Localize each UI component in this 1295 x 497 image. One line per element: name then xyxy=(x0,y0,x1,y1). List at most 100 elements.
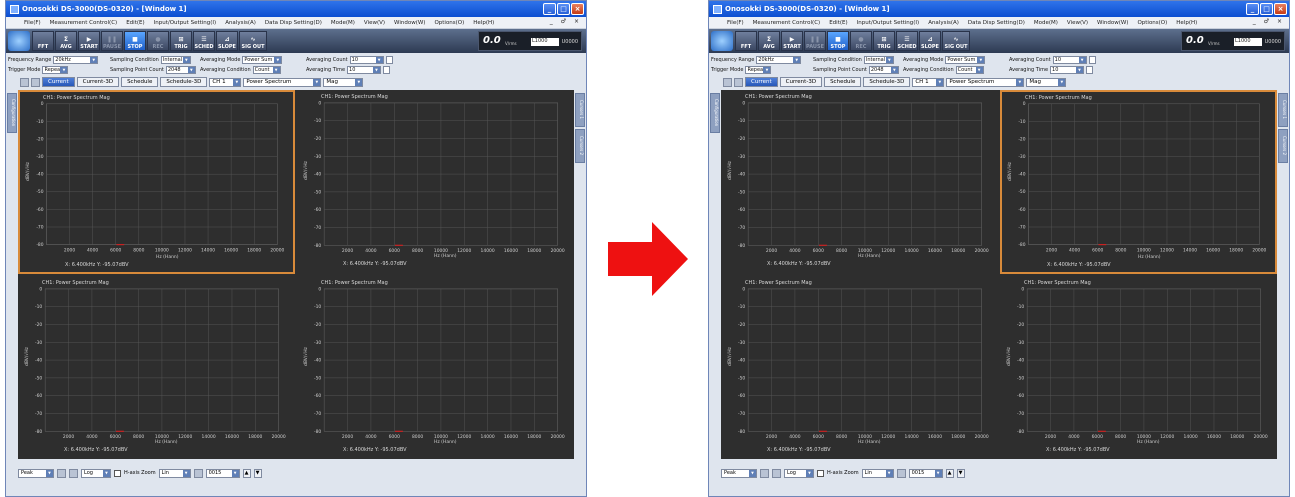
function-select[interactable]: Power Spectrum xyxy=(243,77,322,87)
configuration-tab[interactable]: Configuration xyxy=(710,93,720,133)
menu-item[interactable]: Help(H) xyxy=(473,20,494,26)
trigger-mode-select[interactable]: Repeat xyxy=(42,65,69,74)
fft-button[interactable]: FFT xyxy=(735,31,757,51)
mdi-controls[interactable]: _ ♂ × xyxy=(550,18,582,25)
frequency-range-select[interactable]: 20kHz xyxy=(53,55,99,64)
averaging-check[interactable] xyxy=(1086,65,1094,74)
menu-item[interactable]: View(V) xyxy=(364,20,385,26)
tab-schedule-3d[interactable]: Schedule-3D xyxy=(863,77,911,87)
function-select[interactable]: Power Spectrum xyxy=(946,77,1025,87)
tab-current[interactable]: Current xyxy=(745,77,778,87)
cursor-tab-2[interactable]: Cursors 2 xyxy=(575,129,585,163)
graph-panel[interactable]: 2000 4000 6000 8000 10000 12000 14000 16000 1800… xyxy=(18,276,295,460)
menu-item[interactable]: Help(H) xyxy=(1176,20,1197,26)
menu-item[interactable]: Analysis(A) xyxy=(225,20,256,26)
minimize-button[interactable]: _ xyxy=(1246,3,1259,15)
save-icon[interactable] xyxy=(193,468,203,478)
menu-item[interactable]: Measurement Control(C) xyxy=(753,20,821,26)
zoom-out-icon[interactable] xyxy=(772,468,781,478)
frame-down-icon[interactable]: ▼ xyxy=(956,468,965,478)
frame-select[interactable]: 0015 xyxy=(205,468,240,478)
sampling-point-count-select[interactable]: 2048 xyxy=(868,65,899,74)
scale-select[interactable]: Log xyxy=(784,468,814,478)
minimize-button[interactable]: _ xyxy=(543,3,556,15)
graph-panel[interactable]: 2000 4000 6000 8000 10000 12000 14000 16000 1800… xyxy=(721,90,998,274)
close-button[interactable]: × xyxy=(571,3,584,15)
avg-button[interactable]: Σ AVG xyxy=(758,31,780,51)
graph-panel[interactable]: 2000 4000 6000 8000 10000 12000 14000 16000 1800… xyxy=(297,90,574,274)
trigger-mode-select[interactable]: Repeat xyxy=(745,65,772,74)
maximize-button[interactable]: □ xyxy=(1260,3,1273,15)
menu-item[interactable]: View(V) xyxy=(1067,20,1088,26)
start-button[interactable]: ▶ START xyxy=(781,31,803,51)
averaging-check[interactable] xyxy=(383,65,391,74)
zoom-in-icon[interactable] xyxy=(760,468,769,478)
averaging-count-select[interactable]: 10 xyxy=(349,55,384,64)
slope-button[interactable]: ⊿ SLOPE xyxy=(919,31,941,51)
tab-current-3d[interactable]: Current-3D xyxy=(76,77,120,87)
rec-button[interactable]: ● REC xyxy=(850,31,872,51)
cursor-tab-1[interactable]: Cursors 1 xyxy=(1278,93,1288,127)
frame-down-icon[interactable]: ▼ xyxy=(253,468,262,478)
sched-button[interactable]: ☰ SCHED xyxy=(896,31,918,51)
menu-item[interactable]: Analysis(A) xyxy=(928,20,959,26)
menu-item[interactable]: Mode(M) xyxy=(1034,20,1058,26)
lin-select[interactable]: Lin xyxy=(861,468,894,478)
menu-item[interactable]: File(F) xyxy=(24,20,41,26)
menu-item[interactable]: Window(W) xyxy=(394,20,425,26)
peak-select[interactable]: Peak xyxy=(721,468,757,478)
sig-out-button[interactable]: ∿ SIG OUT xyxy=(239,31,267,51)
avg-button[interactable]: Σ AVG xyxy=(55,31,77,51)
menu-item[interactable]: Window(W) xyxy=(1097,20,1128,26)
averaging-condition-select[interactable]: Count xyxy=(252,65,281,74)
trig-button[interactable]: ⊞ TRIG xyxy=(873,31,895,51)
layout-quad-icon[interactable] xyxy=(734,77,743,87)
sig-out-button[interactable]: ∿ SIG OUT xyxy=(942,31,970,51)
pause-button[interactable]: ❚❚ PAUSE xyxy=(101,31,123,51)
menu-item[interactable]: Options(O) xyxy=(1137,20,1167,26)
close-button[interactable]: × xyxy=(1274,3,1287,15)
layout-single-icon[interactable] xyxy=(20,77,29,87)
hzoom-checkbox[interactable] xyxy=(114,469,121,477)
cursor-tab-2[interactable]: Cursors 2 xyxy=(1278,129,1288,163)
menu-item[interactable]: Input/Output Setting(I) xyxy=(857,20,920,26)
save-icon[interactable] xyxy=(896,468,906,478)
averaging-check[interactable] xyxy=(1088,55,1096,64)
level-lower[interactable]: L1000 xyxy=(1234,38,1262,46)
rec-button[interactable]: ● REC xyxy=(147,31,169,51)
frame-up-icon[interactable]: ▲ xyxy=(945,468,954,478)
layout-quad-icon[interactable] xyxy=(31,77,40,87)
tab-schedule-3d[interactable]: Schedule-3D xyxy=(160,77,208,87)
slope-button[interactable]: ⊿ SLOPE xyxy=(216,31,238,51)
fft-button[interactable]: FFT xyxy=(32,31,54,51)
stop-button[interactable]: ■ STOP xyxy=(827,31,849,51)
averaging-mode-select[interactable]: Power Sum xyxy=(242,55,283,64)
hzoom-checkbox[interactable] xyxy=(817,469,824,477)
menu-item[interactable]: File(F) xyxy=(727,20,744,26)
tab-current[interactable]: Current xyxy=(42,77,75,87)
stop-button[interactable]: ■ STOP xyxy=(124,31,146,51)
graph-panel[interactable]: 2000 4000 6000 8000 10000 12000 14000 16000 1800… xyxy=(721,276,998,460)
peak-select[interactable]: Peak xyxy=(18,468,54,478)
tab-schedule[interactable]: Schedule xyxy=(121,77,159,87)
tab-schedule[interactable]: Schedule xyxy=(824,77,862,87)
menu-item[interactable]: Mode(M) xyxy=(331,20,355,26)
graph-panel[interactable]: 2000 4000 6000 8000 10000 12000 14000 16000 1800… xyxy=(297,276,574,460)
level-lower[interactable]: L1000 xyxy=(531,38,559,46)
pause-button[interactable]: ❚❚ PAUSE xyxy=(804,31,826,51)
mode-select[interactable]: Mag xyxy=(323,77,364,87)
frame-select[interactable]: 0015 xyxy=(908,468,943,478)
mdi-controls[interactable]: _ ♂ × xyxy=(1253,18,1285,25)
menu-item[interactable]: Input/Output Setting(I) xyxy=(154,20,217,26)
mode-select[interactable]: Mag xyxy=(1026,77,1067,87)
sched-button[interactable]: ☰ SCHED xyxy=(193,31,215,51)
start-button[interactable]: ▶ START xyxy=(78,31,100,51)
cursor-tab-1[interactable]: Cursors 1 xyxy=(575,93,585,127)
menu-item[interactable]: Options(O) xyxy=(434,20,464,26)
averaging-count-select[interactable]: 10 xyxy=(1052,55,1087,64)
sampling-point-count-select[interactable]: 2048 xyxy=(165,65,196,74)
tab-current-3d[interactable]: Current-3D xyxy=(779,77,823,87)
graph-panel[interactable]: 2000 4000 6000 8000 10000 12000 14000 16000 1800… xyxy=(18,90,295,274)
menu-item[interactable]: Edit(E) xyxy=(126,20,144,26)
zoom-in-icon[interactable] xyxy=(57,468,66,478)
